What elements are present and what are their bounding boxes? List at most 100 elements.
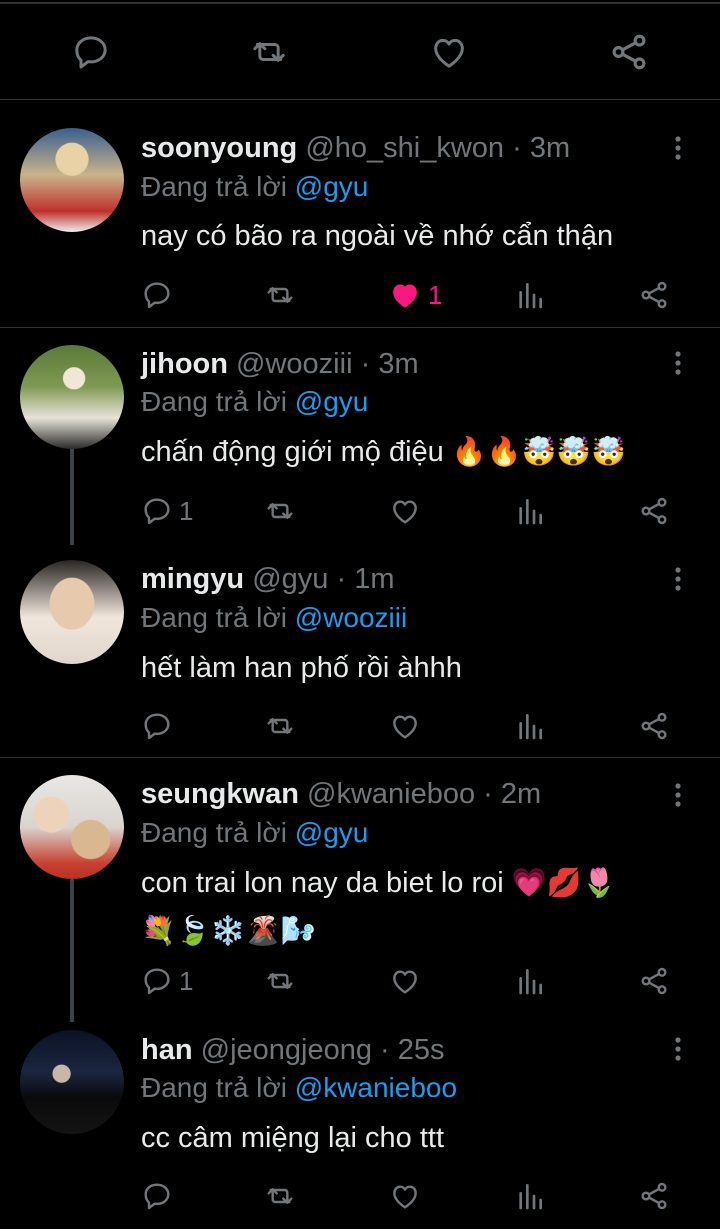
display-name[interactable]: jihoon — [141, 348, 228, 380]
mention-link[interactable]: @kwanieboo — [295, 1072, 457, 1103]
more-options-button[interactable] — [668, 564, 688, 594]
display-name[interactable]: seungkwan — [141, 778, 299, 810]
like-count: 1 — [428, 279, 443, 310]
reply-button[interactable]: 1 — [141, 961, 193, 1001]
mention-link[interactable]: @gyu — [295, 171, 369, 202]
divider — [0, 0, 720, 4]
timestamp[interactable]: 25s — [398, 1034, 445, 1066]
like-button[interactable] — [388, 1176, 422, 1216]
retweet-icon — [267, 503, 293, 519]
views-button[interactable] — [514, 961, 546, 1001]
user-handle[interactable]: @kwanieboo — [307, 778, 475, 810]
display-name[interactable]: mingyu — [141, 563, 244, 595]
share-button[interactable] — [638, 1176, 670, 1216]
retweet-button[interactable] — [262, 491, 298, 531]
like-button[interactable] — [427, 30, 471, 74]
like-icon — [393, 715, 417, 739]
retweet-button[interactable] — [262, 706, 298, 746]
like-icon — [393, 500, 417, 524]
reply-tweet[interactable]: soonyoung @ho_shi_kwon · 3m Đang trả lời… — [0, 101, 720, 328]
retweet-button[interactable] — [262, 1176, 298, 1216]
share-icon — [641, 712, 667, 740]
share-icon — [612, 34, 646, 70]
reply-tweet[interactable]: seungkwan @kwanieboo · 2m Đang trả lời @… — [0, 759, 720, 1022]
share-button[interactable] — [638, 961, 670, 1001]
views-button[interactable] — [514, 706, 546, 746]
mention-link[interactable]: @gyu — [295, 386, 369, 417]
retweet-icon — [267, 1188, 293, 1204]
separator-dot: · — [360, 348, 371, 380]
replying-to: Đang trả lời @gyu — [141, 384, 368, 420]
views-button[interactable] — [514, 1176, 546, 1216]
user-handle[interactable]: @gyu — [252, 563, 328, 595]
share-button[interactable] — [638, 706, 670, 746]
mention-link[interactable]: @gyu — [295, 817, 369, 848]
reply-button[interactable] — [141, 706, 179, 746]
share-icon — [641, 1182, 667, 1210]
like-button[interactable] — [388, 706, 422, 746]
display-name[interactable]: han — [141, 1034, 193, 1066]
avatar[interactable] — [20, 345, 124, 449]
user-handle[interactable]: @ho_shi_kwon — [305, 132, 504, 164]
timestamp[interactable]: 3m — [378, 348, 418, 380]
avatar[interactable] — [20, 775, 124, 879]
reply-button[interactable] — [69, 30, 113, 74]
share-icon — [641, 967, 667, 995]
replying-to-label: Đang trả lời — [141, 817, 287, 848]
display-name[interactable]: soonyoung — [141, 132, 297, 164]
user-handle[interactable]: @wooziii — [236, 348, 352, 380]
replying-to-label: Đang trả lời — [141, 602, 287, 633]
reply-tweet[interactable]: jihoon @wooziii · 3m Đang trả lời @gyu c… — [0, 329, 720, 545]
reply-tweet[interactable]: mingyu @gyu · 1m Đang trả lời @wooziii h… — [0, 545, 720, 758]
views-icon — [519, 714, 542, 740]
like-icon — [393, 284, 417, 308]
more-icon — [675, 351, 681, 375]
focused-tweet-actions-bar — [0, 0, 720, 100]
retweet-button[interactable] — [262, 275, 298, 315]
replying-to: Đang trả lời @gyu — [141, 815, 368, 851]
tweet-text: hết làm han phố rồi àhhh — [141, 652, 462, 684]
views-button[interactable] — [514, 491, 546, 531]
more-options-button[interactable] — [668, 1034, 688, 1064]
more-options-button[interactable] — [668, 780, 688, 810]
like-button[interactable] — [388, 961, 422, 1001]
user-handle[interactable]: @jeongjeong — [201, 1034, 372, 1066]
timestamp[interactable]: 3m — [530, 132, 570, 164]
reply-icon — [144, 1183, 170, 1210]
share-button[interactable] — [638, 491, 670, 531]
retweet-button[interactable] — [247, 30, 291, 74]
avatar[interactable] — [20, 128, 124, 232]
tweet-emoji-line2: 💐🍃❄️🌋🌬️ — [141, 914, 316, 947]
views-button[interactable] — [514, 275, 546, 315]
separator-dot: · — [336, 563, 347, 595]
tweet-actions — [0, 706, 720, 746]
like-button[interactable] — [388, 491, 422, 531]
timestamp[interactable]: 1m — [354, 563, 394, 595]
avatar[interactable] — [20, 1030, 124, 1134]
reply-tweet[interactable]: han @jeongjeong · 25s Đang trả lời @kwan… — [0, 1022, 720, 1229]
retweet-button[interactable] — [262, 961, 298, 1001]
like-button[interactable]: 1 — [388, 275, 442, 315]
tweet-emoji: 💗💋🌷 — [511, 866, 617, 899]
reply-button[interactable]: 1 — [141, 491, 193, 531]
share-button[interactable] — [607, 30, 651, 74]
reply-button[interactable] — [141, 275, 179, 315]
retweet-icon — [253, 42, 285, 62]
avatar[interactable] — [20, 560, 124, 664]
views-icon — [519, 969, 542, 995]
more-icon — [675, 783, 681, 807]
tweet-header: soonyoung @ho_shi_kwon · 3m — [141, 130, 570, 166]
reply-icon — [144, 713, 170, 740]
tweet-header: jihoon @wooziii · 3m — [141, 346, 419, 382]
tweet-header: seungkwan @kwanieboo · 2m — [141, 776, 541, 812]
reply-button[interactable] — [141, 1176, 179, 1216]
separator-dot: · — [483, 778, 493, 810]
mention-link[interactable]: @wooziii — [295, 602, 407, 633]
replying-to: Đang trả lời @kwanieboo — [141, 1070, 457, 1106]
timestamp[interactable]: 2m — [501, 778, 541, 810]
tweet-header: mingyu @gyu · 1m — [141, 561, 394, 597]
share-button[interactable] — [638, 275, 670, 315]
tweet-text: chấn động giới mộ điệu 🔥🔥🤯🤯🤯 — [141, 428, 701, 476]
more-options-button[interactable] — [668, 133, 688, 163]
more-options-button[interactable] — [668, 348, 688, 378]
